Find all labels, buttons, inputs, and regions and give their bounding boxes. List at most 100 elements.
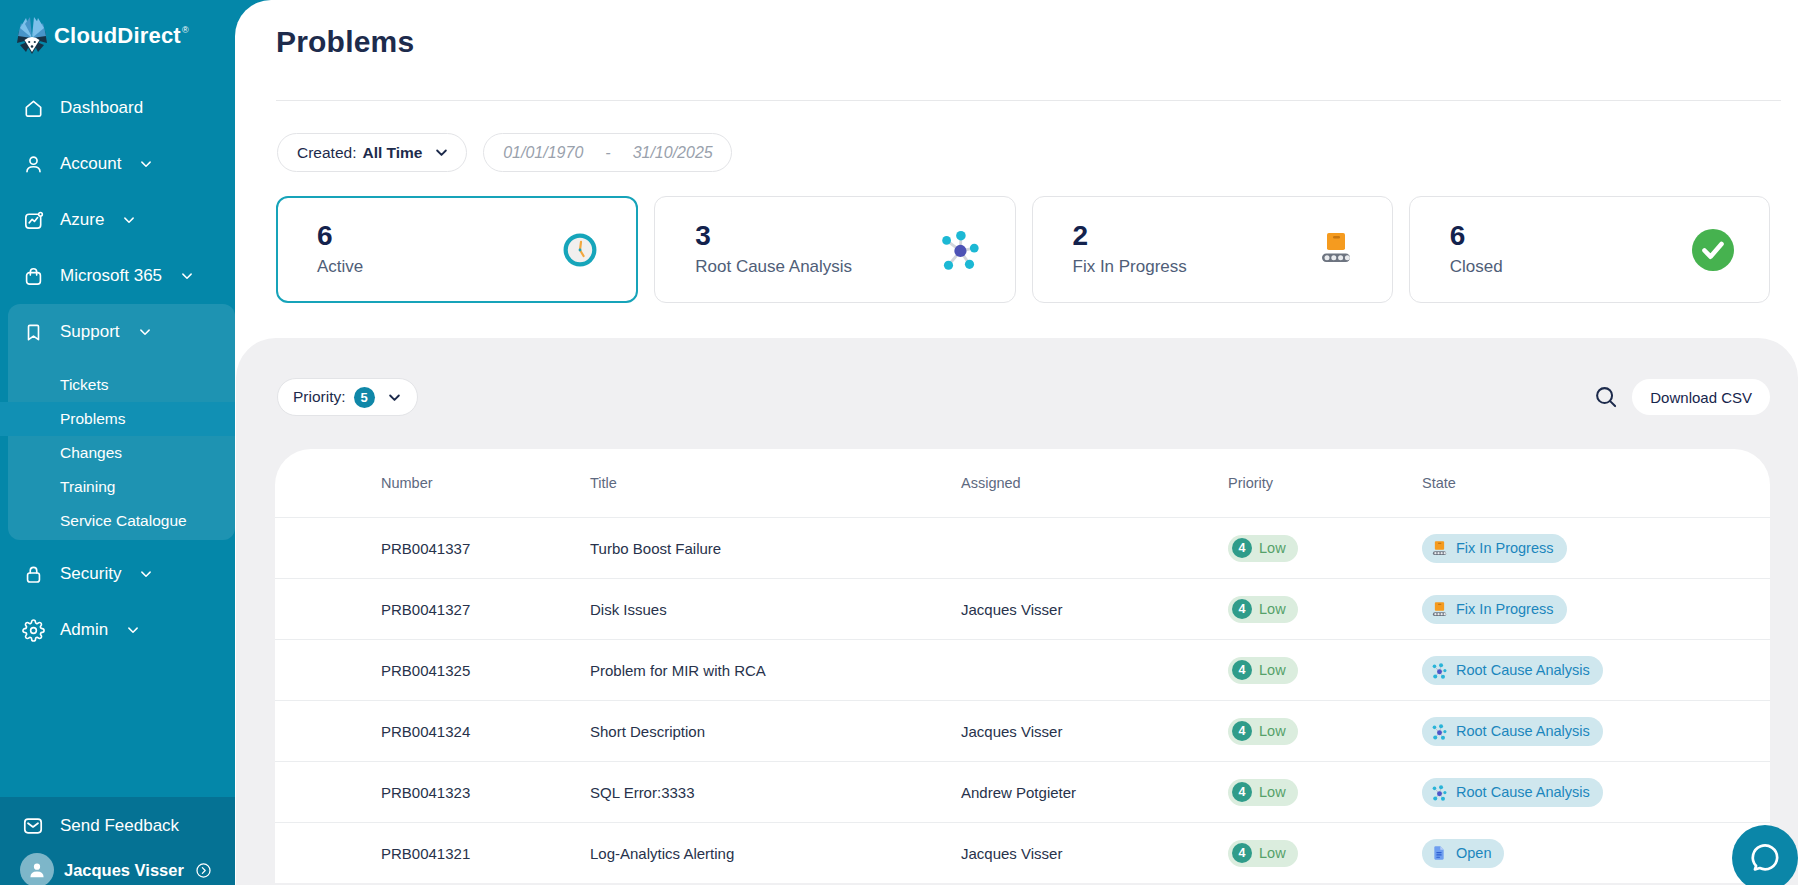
sidebar-item-admin[interactable]: Admin — [0, 602, 235, 658]
date-range-input[interactable]: 01/01/1970 - 31/10/2025 — [483, 133, 732, 172]
sidebar-subitem-label: Service Catalogue — [60, 512, 187, 530]
cell-title[interactable]: Problem for MIR with RCA — [590, 662, 961, 679]
state-badge: Fix In Progress — [1422, 595, 1567, 624]
brand-logo[interactable]: CloudDirect® — [0, 0, 235, 58]
cell-state: Root Cause Analysis — [1422, 656, 1770, 685]
sidebar-item-label: Microsoft 365 — [60, 266, 162, 286]
priority-level: 4 — [1232, 721, 1252, 741]
state-badge: Root Cause Analysis — [1422, 717, 1603, 746]
cell-priority: 4Low — [1228, 840, 1422, 867]
conveyor-icon — [1314, 228, 1358, 272]
download-csv-button[interactable]: Download CSV — [1632, 379, 1770, 415]
table-row[interactable]: PRB0041324Short DescriptionJacques Visse… — [275, 700, 1770, 761]
stat-card-closed[interactable]: 6 Closed — [1409, 196, 1770, 303]
stat-card-fix-in-progress[interactable]: 2 Fix In Progress — [1032, 196, 1393, 303]
send-feedback-button[interactable]: Send Feedback — [0, 804, 235, 848]
priority-label: Low — [1259, 601, 1286, 617]
sidebar-item-label: Admin — [60, 620, 108, 640]
state-badge: Fix In Progress — [1422, 534, 1567, 563]
table-row[interactable]: PRB0041327Disk IssuesJacques Visser4LowF… — [275, 578, 1770, 639]
sidebar-item-dashboard[interactable]: Dashboard — [0, 80, 235, 136]
table-row[interactable]: PRB0041323SQL Error:3333Andrew Potgieter… — [275, 761, 1770, 822]
root-cause-analysis-icon — [1431, 784, 1448, 801]
cell-title[interactable]: Disk Issues — [590, 601, 961, 618]
sidebar: CloudDirect® Dashboard Account — [0, 0, 235, 885]
sidebar-item-tickets[interactable]: Tickets — [8, 368, 235, 402]
table-row[interactable]: PRB0041325Problem for MIR with RCA 4Low Ro… — [275, 639, 1770, 700]
chevron-down-icon — [137, 565, 155, 583]
lock-icon — [21, 562, 45, 586]
sidebar-item-security[interactable]: Security — [0, 546, 235, 602]
created-filter-dropdown[interactable]: Created: All Time — [277, 133, 467, 172]
chat-bubble-icon — [1748, 841, 1782, 875]
sidebar-item-support[interactable]: Support — [8, 304, 235, 360]
table-toolbar: Priority: 5 Download CSV — [236, 338, 1798, 416]
cell-title[interactable]: Short Description — [590, 723, 961, 740]
cell-number[interactable]: PRB0041325 — [381, 662, 590, 679]
state-label: Fix In Progress — [1456, 540, 1554, 556]
priority-level: 4 — [1232, 538, 1252, 558]
sidebar-item-azure[interactable]: Azure — [0, 192, 235, 248]
cell-title[interactable]: SQL Error:3333 — [590, 784, 961, 801]
priority-level: 4 — [1232, 782, 1252, 802]
column-header-assigned[interactable]: Assigned — [961, 475, 1228, 491]
user-profile[interactable]: Jacques Visser — [0, 853, 235, 885]
problems-panel: Priority: 5 Download CSV Number Title As… — [236, 338, 1798, 885]
sidebar-item-problems[interactable]: Problems — [0, 402, 235, 436]
cell-assigned: Jacques Visser — [961, 601, 1228, 618]
cell-number[interactable]: PRB0041337 — [381, 540, 590, 557]
sidebar-subitem-label: Problems — [60, 410, 125, 428]
stat-card-root-cause-analysis[interactable]: 3 Root Cause Analysis — [654, 196, 1015, 303]
sidebar-item-label: Support — [60, 322, 120, 342]
cell-number[interactable]: PRB0041324 — [381, 723, 590, 740]
problems-table: Number Title Assigned Priority State PRB… — [275, 449, 1770, 883]
cell-priority: 4 Low — [1228, 718, 1422, 745]
table-row[interactable]: PRB0041337Turbo Boost Failure 4 Low Fix In … — [275, 517, 1770, 578]
sidebar-item-account[interactable]: Account — [0, 136, 235, 192]
hedgehog-logo-icon — [17, 17, 47, 55]
sidebar-item-training[interactable]: Training — [8, 470, 235, 504]
search-icon[interactable] — [1592, 383, 1620, 411]
send-feedback-label: Send Feedback — [60, 816, 179, 836]
table-row[interactable]: PRB0041321Log-Analytics AlertingJacques … — [275, 822, 1770, 883]
bookmark-icon — [21, 320, 45, 344]
cell-state: Fix In Progress — [1422, 534, 1770, 563]
state-badge: Root Cause Analysis — [1422, 656, 1603, 685]
date-to[interactable]: 31/10/2025 — [622, 144, 724, 162]
date-from[interactable]: 01/01/1970 — [492, 144, 594, 162]
priority-label: Low — [1259, 784, 1286, 800]
cell-state: Root Cause Analysis — [1422, 717, 1770, 746]
cell-title[interactable]: Turbo Boost Failure — [590, 540, 961, 557]
priority-badge: 4 Low — [1228, 718, 1298, 745]
sidebar-item-microsoft365[interactable]: Microsoft 365 — [0, 248, 235, 304]
state-badge: Root Cause Analysis — [1422, 778, 1603, 807]
user-name: Jacques Visser — [64, 861, 184, 880]
cell-state: Root Cause Analysis — [1422, 778, 1770, 807]
priority-label: Low — [1259, 723, 1286, 739]
state-label: Root Cause Analysis — [1456, 723, 1590, 739]
priority-badge: 4Low — [1228, 657, 1298, 684]
chat-button[interactable] — [1732, 825, 1798, 885]
column-header-title[interactable]: Title — [590, 475, 961, 491]
stat-card-active[interactable]: 6 Active — [276, 196, 638, 303]
cell-number[interactable]: PRB0041323 — [381, 784, 590, 801]
sidebar-item-service-catalogue[interactable]: Service Catalogue — [8, 504, 235, 538]
column-header-state[interactable]: State — [1422, 475, 1770, 491]
column-header-number[interactable]: Number — [381, 475, 590, 491]
cell-state: Fix In Progress — [1422, 595, 1770, 624]
cell-number[interactable]: PRB0041327 — [381, 601, 590, 618]
home-icon — [21, 96, 45, 120]
cell-number[interactable]: PRB0041321 — [381, 845, 590, 862]
column-header-priority[interactable]: Priority — [1228, 475, 1422, 491]
priority-filter-dropdown[interactable]: Priority: 5 — [277, 378, 418, 416]
sidebar-item-changes[interactable]: Changes — [8, 436, 235, 470]
chevron-down-icon — [432, 143, 451, 162]
priority-label: Low — [1259, 540, 1286, 556]
cell-title[interactable]: Log-Analytics Alerting — [590, 845, 961, 862]
chevron-down-icon — [385, 388, 404, 407]
date-separator: - — [594, 144, 621, 162]
cell-priority: 4Low — [1228, 596, 1422, 623]
state-label: Root Cause Analysis — [1456, 662, 1590, 678]
chevron-down-icon — [136, 323, 154, 341]
sidebar-item-label: Dashboard — [60, 98, 143, 118]
